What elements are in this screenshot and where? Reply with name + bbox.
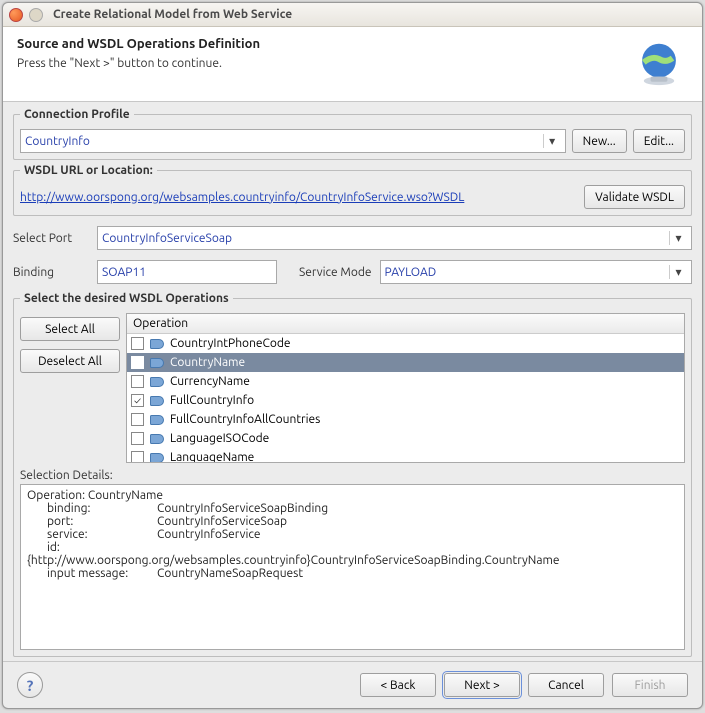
wsdl-group: WSDL URL or Location: http://www.oorspon… — [13, 164, 692, 216]
titlebar[interactable]: Create Relational Model from Web Service — [3, 3, 702, 27]
operation-label: FullCountryInfoAllCountries — [170, 413, 320, 426]
deselect-all-button[interactable]: Deselect All — [20, 349, 120, 373]
operation-label: LanguageName — [170, 451, 254, 462]
binding-value: SOAP11 — [102, 266, 146, 279]
next-button[interactable]: Next > — [444, 673, 520, 697]
chevron-down-icon: ▾ — [669, 231, 687, 245]
operation-checkbox[interactable] — [131, 375, 144, 388]
operation-row[interactable]: CountryIntPhoneCode — [127, 334, 684, 353]
operation-label: CountryIntPhoneCode — [170, 337, 291, 350]
service-mode-value: PAYLOAD — [385, 266, 437, 279]
minimize-icon[interactable] — [29, 8, 43, 22]
connection-profile-combo[interactable]: CountryInfo ▾ — [20, 129, 566, 153]
cancel-button[interactable]: Cancel — [528, 673, 604, 697]
operations-col-header: Operation — [127, 314, 684, 334]
operation-icon — [150, 434, 164, 444]
operation-checkbox[interactable] — [131, 337, 144, 350]
operation-label: CurrencyName — [170, 375, 250, 388]
port-combo[interactable]: CountryInfoServiceSoap ▾ — [97, 226, 692, 250]
operation-checkbox[interactable] — [131, 432, 144, 445]
operation-checkbox[interactable] — [131, 451, 144, 462]
help-icon[interactable]: ? — [17, 672, 43, 698]
operation-label: LanguageISOCode — [170, 432, 269, 445]
operations-table[interactable]: Operation CountryIntPhoneCode CountryName… — [126, 313, 685, 463]
port-value: CountryInfoServiceSoap — [102, 232, 232, 245]
edit-connection-button[interactable]: Edit... — [633, 129, 685, 153]
binding-field[interactable]: SOAP11 — [97, 260, 277, 284]
operation-label: FullCountryInfo — [170, 394, 254, 407]
globe-icon — [632, 37, 686, 91]
window-title: Create Relational Model from Web Service — [53, 8, 292, 21]
dialog-window: Create Relational Model from Web Service… — [2, 2, 703, 709]
selection-details-box[interactable]: Operation: CountryName binding:CountryIn… — [20, 484, 685, 650]
connection-profile-group: Connection Profile CountryInfo ▾ New... … — [13, 108, 692, 160]
operation-row[interactable]: CurrencyName — [127, 372, 684, 391]
selection-details-label: Selection Details: — [20, 469, 685, 482]
close-icon[interactable] — [9, 8, 23, 22]
new-connection-button[interactable]: New... — [572, 129, 627, 153]
operation-icon — [150, 415, 164, 425]
operation-icon — [150, 377, 164, 387]
page-heading: Source and WSDL Operations Definition — [17, 37, 632, 51]
select-all-button[interactable]: Select All — [20, 317, 120, 341]
service-mode-combo[interactable]: PAYLOAD ▾ — [380, 260, 692, 284]
back-button[interactable]: < Back — [360, 673, 436, 697]
chevron-down-icon: ▾ — [543, 134, 561, 148]
operation-icon — [150, 358, 164, 368]
port-label: Select Port — [13, 232, 89, 245]
operation-checkbox[interactable] — [131, 356, 144, 369]
operation-row[interactable]: LanguageName — [127, 448, 684, 462]
chevron-down-icon: ▾ — [669, 265, 687, 279]
operation-row[interactable]: LanguageISOCode — [127, 429, 684, 448]
connection-profile-legend: Connection Profile — [20, 108, 134, 121]
operation-row[interactable]: FullCountryInfo — [127, 391, 684, 410]
footer: ? < Back Next > Cancel Finish — [3, 661, 702, 708]
validate-wsdl-button[interactable]: Validate WSDL — [584, 185, 685, 209]
operations-group: Select the desired WSDL Operations Selec… — [13, 292, 692, 657]
service-mode-label: Service Mode — [299, 266, 372, 279]
operation-icon — [150, 396, 164, 406]
operation-label: CountryName — [170, 356, 245, 369]
operations-legend: Select the desired WSDL Operations — [20, 292, 233, 305]
finish-button: Finish — [612, 673, 688, 697]
operation-icon — [150, 339, 164, 349]
operation-icon — [150, 453, 164, 463]
connection-profile-value: CountryInfo — [25, 135, 90, 148]
wsdl-legend: WSDL URL or Location: — [20, 164, 157, 177]
detail-operation: Operation: CountryName — [27, 489, 678, 502]
operation-checkbox[interactable] — [131, 394, 144, 407]
operation-row[interactable]: FullCountryInfoAllCountries — [127, 410, 684, 429]
page-subheading: Press the "Next >" button to continue. — [17, 57, 632, 70]
header-panel: Source and WSDL Operations Definition Pr… — [3, 27, 702, 102]
operation-row[interactable]: CountryName — [127, 353, 684, 372]
wsdl-url-link[interactable]: http://www.oorspong.org/websamples.count… — [20, 191, 578, 204]
binding-label: Binding — [13, 266, 89, 279]
operation-checkbox[interactable] — [131, 413, 144, 426]
